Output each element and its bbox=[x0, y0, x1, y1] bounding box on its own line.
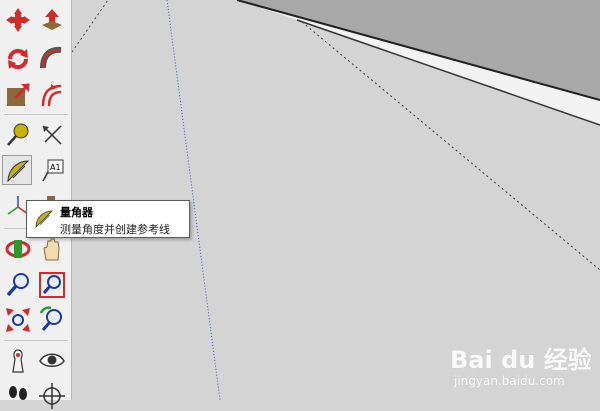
tooltip-title: 量角器 bbox=[60, 206, 93, 219]
section-plane-icon bbox=[39, 383, 65, 409]
scale-icon bbox=[7, 82, 31, 106]
look-around-icon bbox=[39, 353, 65, 367]
pan-icon bbox=[43, 238, 60, 261]
orbit-icon bbox=[5, 240, 31, 258]
baidu-jingyan-watermark: Bai du 经验 jingyan.baidu.com bbox=[450, 338, 592, 394]
watermark-url: jingyan.baidu.com bbox=[454, 374, 565, 388]
push-pull-tool[interactable] bbox=[37, 5, 67, 35]
zoom-extents-tool[interactable] bbox=[3, 305, 33, 335]
scale-tool[interactable] bbox=[3, 80, 33, 110]
follow-me-tool[interactable] bbox=[37, 44, 67, 74]
section-plane-tool[interactable] bbox=[37, 381, 67, 411]
previous-view-tool[interactable] bbox=[37, 305, 67, 335]
offset-tool[interactable] bbox=[37, 80, 67, 110]
text-tool-label: A1 bbox=[50, 163, 61, 172]
tooltip-description: 测量角度并创建参考线 bbox=[60, 223, 170, 236]
position-camera-tool[interactable] bbox=[3, 346, 33, 376]
pan-tool[interactable] bbox=[37, 234, 67, 264]
zoom-tool[interactable] bbox=[3, 270, 33, 300]
walk-icon bbox=[9, 386, 27, 400]
protractor-tool[interactable] bbox=[2, 155, 32, 185]
zoom-window-icon bbox=[39, 272, 65, 298]
move-icon bbox=[6, 8, 30, 32]
dimension-icon bbox=[42, 125, 62, 145]
offset-icon bbox=[41, 84, 62, 107]
protractor-icon bbox=[35, 210, 53, 228]
move-tool[interactable] bbox=[3, 5, 33, 35]
orbit-tool[interactable] bbox=[3, 234, 33, 264]
zoom-icon bbox=[6, 273, 29, 297]
look-around-tool[interactable] bbox=[37, 346, 67, 376]
protractor-tooltip: 量角器 测量角度并创建参考线 bbox=[26, 200, 190, 238]
zoom-extents-icon bbox=[6, 308, 30, 332]
dimension-tool[interactable] bbox=[37, 120, 67, 150]
rotate-icon bbox=[7, 48, 29, 70]
toolbar-separator bbox=[4, 114, 68, 115]
tape-measure-icon bbox=[7, 123, 29, 146]
previous-view-icon bbox=[39, 306, 62, 331]
toolbar-separator bbox=[4, 340, 68, 341]
position-camera-icon bbox=[12, 349, 24, 373]
guide-line bbox=[71, 0, 109, 53]
protractor-icon bbox=[7, 160, 30, 183]
push-pull-icon bbox=[42, 9, 62, 30]
zoom-window-tool[interactable] bbox=[37, 270, 67, 300]
tape-measure-tool[interactable] bbox=[3, 120, 33, 150]
text-tool[interactable]: A1 bbox=[37, 155, 67, 185]
follow-me-icon bbox=[40, 46, 62, 69]
walk-tool[interactable] bbox=[3, 381, 33, 411]
rotate-tool[interactable] bbox=[3, 44, 33, 74]
watermark-brand: Bai du 经验 bbox=[450, 346, 592, 374]
text-icon: A1 bbox=[42, 159, 64, 182]
